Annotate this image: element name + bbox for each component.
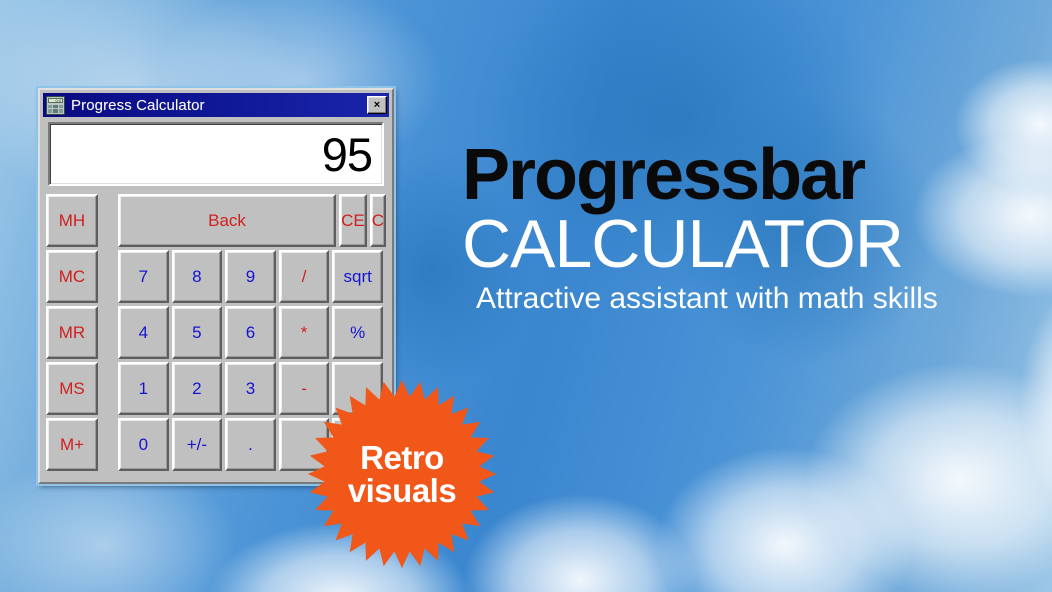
promo-text-block: Progressbar CALCULATOR Attractive assist… (462, 135, 1022, 316)
back-button[interactable]: Back (118, 194, 337, 247)
digit-button-2[interactable]: 2 (171, 362, 223, 415)
memory-button-m-plus[interactable]: M+ (46, 418, 98, 471)
memory-button-mc[interactable]: MC (46, 250, 98, 303)
digit-button-5[interactable]: 5 (171, 306, 223, 359)
calculator-display[interactable]: 95 (48, 122, 384, 186)
starburst-icon (307, 379, 497, 569)
calculator-icon-display: 0.0 (48, 97, 63, 103)
digit-button-7[interactable]: 7 (118, 250, 169, 303)
keypad-row: MC 7 8 9 / sqrt (46, 250, 386, 303)
decimal-point-button[interactable]: . (225, 418, 276, 471)
retro-visuals-badge: Retro visuals (302, 378, 502, 570)
keypad-gap (102, 250, 118, 303)
close-icon[interactable]: × (367, 96, 387, 114)
memory-button-mr[interactable]: MR (46, 306, 98, 359)
digit-button-0[interactable]: 0 (118, 418, 169, 471)
cloud (760, 330, 1052, 592)
display-value: 95 (321, 127, 373, 181)
sign-toggle-button[interactable]: +/- (171, 418, 223, 471)
promo-title: Progressbar (462, 135, 866, 215)
digit-button-9[interactable]: 9 (225, 250, 276, 303)
digit-button-1[interactable]: 1 (118, 362, 169, 415)
keypad-gap (102, 194, 118, 247)
keypad-gap (102, 306, 118, 359)
memory-button-ms[interactable]: MS (46, 362, 98, 415)
digit-button-4[interactable]: 4 (118, 306, 169, 359)
window-titlebar[interactable]: 0.0 Progress Calculator × (43, 93, 389, 117)
ce-button[interactable]: CE (339, 194, 367, 247)
window-title: Progress Calculator (71, 96, 205, 114)
digit-button-6[interactable]: 6 (225, 306, 276, 359)
promotional-screenshot: 0.0 Progress Calculator × 95 MH Back CE … (0, 0, 1052, 592)
keypad-gap (102, 362, 118, 415)
sqrt-button[interactable]: sqrt (332, 250, 383, 303)
memory-button-mh[interactable]: MH (46, 194, 98, 247)
digit-button-3[interactable]: 3 (225, 362, 276, 415)
percent-button[interactable]: % (332, 306, 383, 359)
keypad-gap (102, 418, 118, 471)
c-button[interactable]: C (369, 194, 386, 247)
keypad-row: MH Back CE C (46, 194, 386, 247)
digit-button-8[interactable]: 8 (171, 250, 223, 303)
cloud (620, 420, 950, 592)
multiply-button[interactable]: * (278, 306, 330, 359)
calculator-icon: 0.0 (46, 95, 65, 115)
divide-button[interactable]: / (278, 250, 330, 303)
keypad-row: MR 4 5 6 * % (46, 306, 386, 359)
calculator-icon-keys (48, 104, 63, 113)
promo-tagline: Attractive assistant with math skills (476, 282, 938, 316)
promo-subtitle: CALCULATOR (462, 206, 904, 283)
